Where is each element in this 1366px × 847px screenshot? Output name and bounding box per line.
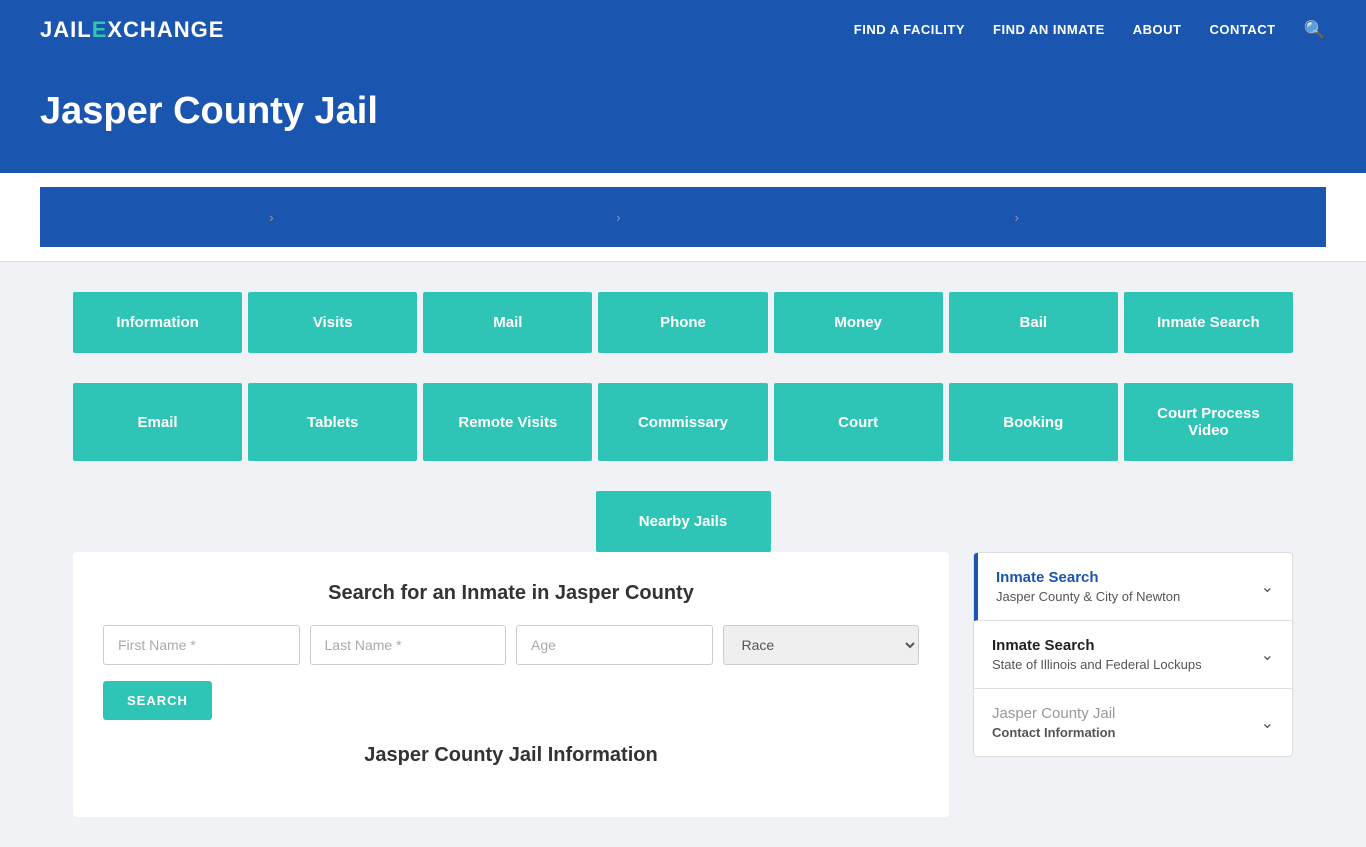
breadcrumb-current: Jasper County Jail xyxy=(1171,209,1286,225)
btn-booking[interactable]: Booking xyxy=(949,383,1118,461)
sidebar-item-title-contact: Jasper County Jail xyxy=(992,705,1116,722)
info-peek: Jasper County Jail Information xyxy=(103,744,919,767)
btn-information[interactable]: Information xyxy=(73,292,242,353)
sidebar-item-text-contact: Jasper County Jail Contact Information xyxy=(992,705,1116,740)
search-icon[interactable]: 🔍 xyxy=(1304,20,1326,41)
btn-visits[interactable]: Visits xyxy=(248,292,417,353)
navbar: JAILEXCHANGE FIND A FACILITY FIND AN INM… xyxy=(0,0,1366,60)
btn-court-process-video[interactable]: Court Process Video xyxy=(1124,383,1293,461)
btn-commissary[interactable]: Commissary xyxy=(598,383,767,461)
nav-links: FIND A FACILITY FIND AN INMATE ABOUT CON… xyxy=(854,20,1326,41)
btn-email[interactable]: Email xyxy=(73,383,242,461)
search-button[interactable]: SEARCH xyxy=(103,681,212,720)
sidebar-item-title-illinois: Inmate Search xyxy=(992,637,1202,654)
sidebar-card: Inmate Search Jasper County & City of Ne… xyxy=(973,552,1293,757)
btn-tablets[interactable]: Tablets xyxy=(248,383,417,461)
chevron-down-icon-3: ⌄ xyxy=(1261,713,1274,733)
main-content: Information Visits Mail Phone Money Bail… xyxy=(33,262,1333,847)
sidebar-item-text-jasper: Inmate Search Jasper County & City of Ne… xyxy=(996,569,1180,604)
btn-nearby-jails[interactable]: Nearby Jails xyxy=(596,491,771,552)
btn-bail[interactable]: Bail xyxy=(949,292,1118,353)
breadcrumb-sep-1: › xyxy=(269,210,273,225)
btn-phone[interactable]: Phone xyxy=(598,292,767,353)
last-name-input[interactable] xyxy=(310,625,507,665)
breadcrumb-bar: Home › Illinois › Jasper County › Jasper… xyxy=(0,173,1366,262)
button-grid-row3: Nearby Jails xyxy=(73,491,1293,552)
sidebar-item-inmate-search-jasper[interactable]: Inmate Search Jasper County & City of Ne… xyxy=(974,553,1292,621)
nav-item-contact[interactable]: CONTACT xyxy=(1209,21,1275,39)
button-grid-row2: Email Tablets Remote Visits Commissary C… xyxy=(73,383,1293,461)
nav-item-facility[interactable]: FIND A FACILITY xyxy=(854,21,965,39)
btn-mail[interactable]: Mail xyxy=(423,292,592,353)
breadcrumb-home[interactable]: Home xyxy=(80,209,117,225)
logo[interactable]: JAILEXCHANGE xyxy=(40,17,224,43)
search-title: Search for an Inmate in Jasper County xyxy=(103,582,919,605)
first-name-input[interactable] xyxy=(103,625,300,665)
chevron-down-icon-2: ⌄ xyxy=(1261,645,1274,665)
sidebar-item-contact-info[interactable]: Jasper County Jail Contact Information ⌄ xyxy=(974,689,1292,756)
age-input[interactable] xyxy=(516,625,713,665)
race-select[interactable]: Race White Black Hispanic Asian Other xyxy=(723,625,920,665)
search-card: Search for an Inmate in Jasper County Ra… xyxy=(73,552,949,817)
search-form-row: Race White Black Hispanic Asian Other xyxy=(103,625,919,665)
chevron-down-icon: ⌄ xyxy=(1261,577,1274,597)
breadcrumb-illinois[interactable]: Illinois xyxy=(425,209,464,225)
breadcrumb-sep-2: › xyxy=(616,210,620,225)
btn-inmate-search[interactable]: Inmate Search xyxy=(1124,292,1293,353)
page-title: Jasper County Jail xyxy=(40,90,1326,133)
button-grid-row1: Information Visits Mail Phone Money Bail… xyxy=(73,292,1293,353)
breadcrumb-jasper-county[interactable]: Jasper County xyxy=(772,209,862,225)
info-title: Jasper County Jail Information xyxy=(103,744,919,767)
sidebar-item-text-illinois: Inmate Search State of Illinois and Fede… xyxy=(992,637,1202,672)
nav-item-about[interactable]: ABOUT xyxy=(1133,21,1182,39)
breadcrumb: Home › Illinois › Jasper County › Jasper… xyxy=(40,187,1326,247)
bottom-section: Search for an Inmate in Jasper County Ra… xyxy=(73,552,1293,817)
btn-court[interactable]: Court xyxy=(774,383,943,461)
sidebar-item-inmate-search-illinois[interactable]: Inmate Search State of Illinois and Fede… xyxy=(974,621,1292,689)
sidebar-item-subtitle-contact: Contact Information xyxy=(992,725,1116,740)
nav-item-inmate[interactable]: FIND AN INMATE xyxy=(993,21,1105,39)
sidebar-item-subtitle-illinois: State of Illinois and Federal Lockups xyxy=(992,657,1202,672)
breadcrumb-sep-3: › xyxy=(1015,210,1019,225)
btn-remote-visits[interactable]: Remote Visits xyxy=(423,383,592,461)
hero-section: Jasper County Jail xyxy=(0,60,1366,173)
sidebar-item-title-jasper: Inmate Search xyxy=(996,569,1180,586)
btn-money[interactable]: Money xyxy=(774,292,943,353)
sidebar: Inmate Search Jasper County & City of Ne… xyxy=(973,552,1293,757)
sidebar-item-subtitle-jasper: Jasper County & City of Newton xyxy=(996,589,1180,604)
